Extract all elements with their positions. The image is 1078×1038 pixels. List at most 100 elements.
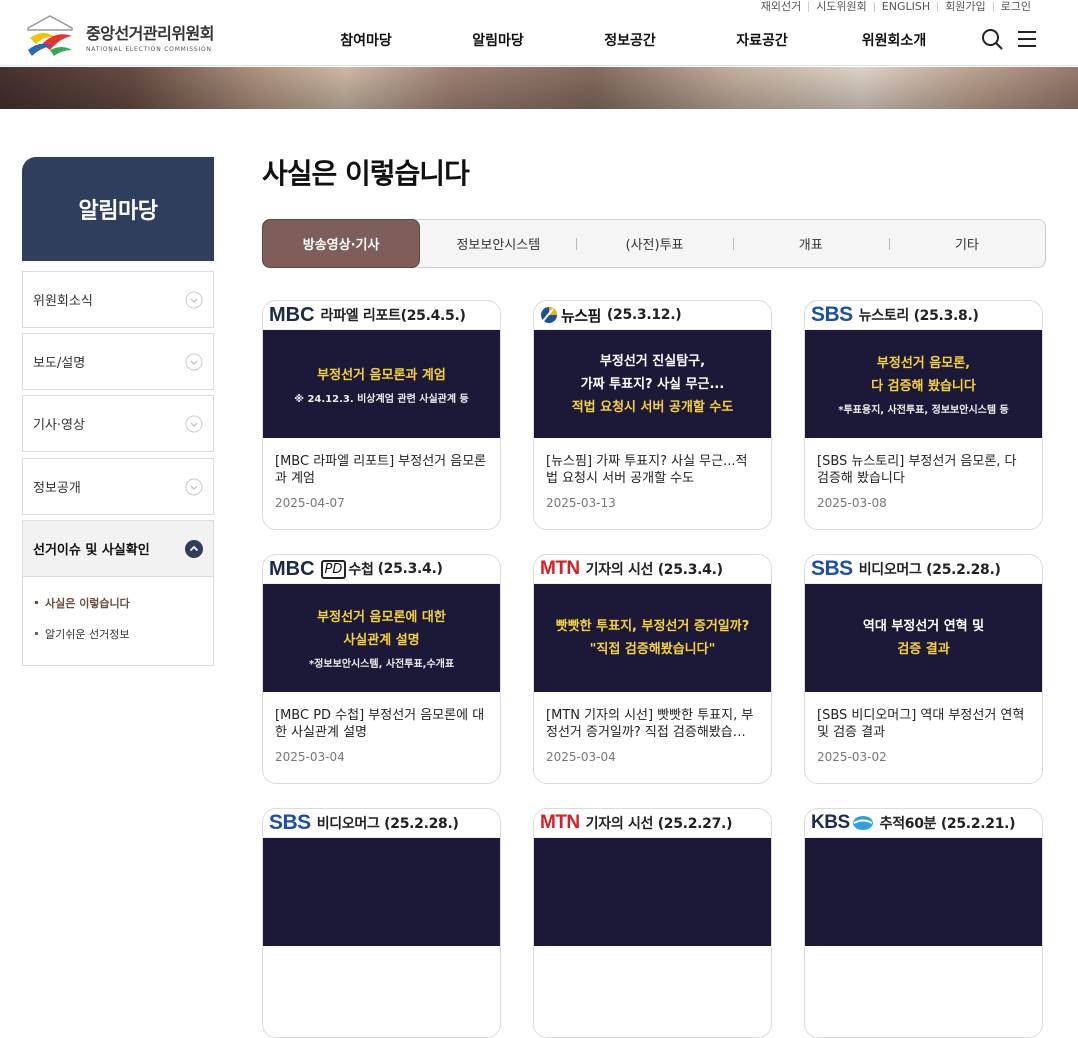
video-card[interactable]: KBS 추적60분 (25.2.21.) bbox=[804, 808, 1043, 1038]
video-card[interactable]: MBC PD 수첩 (25.3.4.) 부정선거 음모론에 대한 사실관계 설명… bbox=[262, 554, 501, 784]
card-title: [MBC 라파엘 리포트] 부정선거 음모론과 계엄 bbox=[275, 454, 487, 486]
bullet-icon bbox=[35, 632, 38, 635]
card-brand-bar: SBS 비디오머그 (25.2.28.) bbox=[805, 555, 1042, 584]
card-program: 뉴스토리 (25.3.8.) bbox=[858, 308, 979, 324]
brand-label: KBS bbox=[811, 812, 850, 833]
logo-title: 중앙선거관리위원회 bbox=[86, 23, 214, 43]
card-thumbnail: 부정선거 음모론에 대한 사실관계 설명 *정보보안시스템, 사전투표,수개표 bbox=[263, 584, 500, 692]
card-brand-bar: SBS 뉴스토리 (25.3.8.) bbox=[805, 301, 1042, 330]
card-date: 2025-03-02 bbox=[817, 750, 887, 764]
sbs-logo: SBS bbox=[269, 811, 311, 834]
sidebar-item-label: 선거이슈 및 사실확인 bbox=[33, 543, 150, 558]
card-brand-bar: MTN 기자의 시선 (25.3.4.) bbox=[534, 555, 771, 584]
card-date: 2025-03-04 bbox=[275, 750, 345, 764]
utility-login-link[interactable]: 로그인 bbox=[994, 1, 1038, 13]
pd-logo: PD bbox=[320, 559, 347, 579]
tab-counting[interactable]: 개표 bbox=[732, 220, 889, 267]
chevron-up-icon bbox=[185, 539, 203, 558]
sidebar-item-election-issues[interactable]: 선거이슈 및 사실확인 bbox=[22, 520, 214, 577]
card-thumbnail: 부정선거 진실탐구, 가짜 투표지? 사실 무근... 적법 요청시 서버 공개… bbox=[534, 330, 771, 438]
site-logo[interactable]: 중앙선거관리위원회 NATIONAL ELECTION COMMISSION bbox=[22, 14, 214, 58]
kbs-logo-icon bbox=[852, 816, 873, 830]
sidebar-item-label: 정보공개 bbox=[33, 481, 81, 496]
video-card[interactable]: 뉴스핌 (25.3.12.) 부정선거 진실탐구, 가짜 투표지? 사실 무근.… bbox=[533, 300, 772, 530]
card-date: 2025-04-07 bbox=[275, 496, 345, 510]
card-program: (25.3.4.) bbox=[377, 561, 443, 577]
chevron-down-icon bbox=[185, 353, 203, 370]
card-brand-bar: 뉴스핌 (25.3.12.) bbox=[534, 301, 771, 330]
mtn-logo: MTN bbox=[540, 558, 580, 579]
video-card[interactable]: SBS 비디오머그 (25.2.28.) 역대 부정선거 연혁 및 검증 결과 … bbox=[804, 554, 1043, 784]
sidebar-item-label: 위원회소식 bbox=[33, 294, 93, 309]
card-program: 비디오머그 (25.2.28.) bbox=[316, 816, 459, 832]
utility-overseas-link[interactable]: 재외선거 bbox=[754, 1, 808, 13]
kbs-logo: KBS bbox=[811, 812, 874, 834]
sidebar-item-label: 보도/설명 bbox=[33, 356, 86, 371]
card-brand-bar: MTN 기자의 시선 (25.2.27.) bbox=[534, 809, 771, 838]
sbs-logo: SBS bbox=[811, 557, 853, 580]
submenu-fact-check[interactable]: 사실은 이렇습니다 bbox=[23, 595, 213, 626]
newspim-logo-icon bbox=[541, 307, 557, 323]
chevron-down-icon bbox=[185, 291, 203, 308]
category-tabs: 방송영상·기사 정보보안시스템 (사전)투표 개표 기타 bbox=[262, 218, 1046, 268]
thumb-line: 역대 부정선거 연혁 및 bbox=[862, 619, 985, 634]
chevron-down-icon bbox=[185, 478, 203, 495]
card-title: [뉴스핌] 가짜 투표지? 사실 무근...적법 요청시 서버 공개할 수도 bbox=[546, 454, 748, 486]
video-card[interactable]: MTN 기자의 시선 (25.3.4.) 빳빳한 투표지, 부정선거 증거일까?… bbox=[533, 554, 772, 784]
nec-logo-icon bbox=[27, 15, 73, 56]
thumb-line: 사실관계 설명 bbox=[343, 633, 420, 648]
nav-participation[interactable]: 참여마당 bbox=[300, 30, 432, 50]
card-program: 기자의 시선 (25.3.4.) bbox=[585, 562, 723, 578]
thumb-line: 가짜 투표지? 사실 무근... bbox=[580, 376, 725, 392]
search-icon[interactable] bbox=[981, 28, 1003, 50]
thumb-note: ※ 24.12.3. 비상계엄 관련 사실관계 등 bbox=[294, 393, 469, 405]
utility-regional-link[interactable]: 시도위원회 bbox=[809, 1, 874, 13]
sidebar-title: 알림마당 bbox=[22, 157, 214, 261]
sidebar-item-disclosure[interactable]: 정보공개 bbox=[22, 458, 214, 515]
bullet-icon bbox=[35, 601, 38, 604]
card-program: 비디오머그 (25.2.28.) bbox=[858, 562, 1001, 578]
card-program-prefix: 수첩 bbox=[348, 562, 374, 578]
card-brand-bar: MBC 라파엘 리포트(25.4.5.) bbox=[263, 301, 500, 330]
hero-banner bbox=[0, 67, 1078, 109]
card-date: 2025-03-08 bbox=[817, 496, 887, 510]
card-title: [MBC PD 수첩] 부정선거 음모론에 대한 사실관계 설명 bbox=[275, 708, 485, 740]
sidebar-item-press[interactable]: 보도/설명 bbox=[22, 333, 214, 390]
sidebar-item-label: 기사·영상 bbox=[33, 418, 85, 433]
tab-broadcast-articles[interactable]: 방송영상·기사 bbox=[262, 218, 421, 268]
sidebar-item-commission-news[interactable]: 위원회소식 bbox=[22, 271, 214, 328]
card-date: 2025-03-04 bbox=[546, 750, 616, 764]
card-program: 라파엘 리포트(25.4.5.) bbox=[320, 308, 466, 324]
tab-early-voting[interactable]: (사전)투표 bbox=[576, 220, 732, 267]
video-card[interactable]: SBS 뉴스토리 (25.3.8.) 부정선거 음모론, 다 검증해 봤습니다 … bbox=[804, 300, 1043, 530]
main-nav: 참여마당 알림마당 정보공간 자료공간 위원회소개 bbox=[300, 30, 960, 50]
thumb-note: *투표용지, 사전투표, 정보보안시스템 등 bbox=[838, 405, 1009, 416]
sbs-logo: SBS bbox=[811, 303, 853, 326]
utility-signup-link[interactable]: 회원가입 bbox=[938, 1, 992, 13]
hamburger-menu-icon[interactable] bbox=[1016, 29, 1038, 49]
video-card[interactable]: MTN 기자의 시선 (25.2.27.) bbox=[533, 808, 772, 1038]
card-title: [SBS 뉴스토리] 부정선거 음모론, 다 검증해 봤습니다 bbox=[817, 454, 1017, 486]
card-program: 기자의 시선 (25.2.27.) bbox=[585, 816, 733, 832]
utility-english-link[interactable]: ENGLISH bbox=[875, 1, 937, 13]
tab-security-system[interactable]: 정보보안시스템 bbox=[420, 220, 576, 267]
card-thumbnail: 역대 부정선거 연혁 및 검증 결과 bbox=[805, 584, 1042, 692]
card-thumbnail: 부정선거 음모론, 다 검증해 봤습니다 *투표용지, 사전투표, 정보보안시스… bbox=[805, 330, 1042, 438]
submenu-label: 알기쉬운 선거정보 bbox=[45, 628, 130, 641]
card-brand-bar: SBS 비디오머그 (25.2.28.) bbox=[263, 809, 500, 838]
sidebar-item-articles-video[interactable]: 기사·영상 bbox=[22, 395, 214, 452]
nav-information[interactable]: 정보공간 bbox=[564, 30, 696, 50]
thumb-line: 적법 요청시 서버 공개할 수도 bbox=[571, 399, 734, 415]
thumb-line: 빳빳한 투표지, 부정선거 증거일까? bbox=[555, 619, 750, 634]
nav-resources[interactable]: 자료공간 bbox=[696, 30, 828, 50]
nav-about[interactable]: 위원회소개 bbox=[828, 30, 960, 50]
newspim-logo: 뉴스핌 bbox=[540, 305, 601, 326]
tab-other[interactable]: 기타 bbox=[888, 220, 1045, 267]
nav-notice[interactable]: 알림마당 bbox=[432, 30, 564, 50]
video-card[interactable]: SBS 비디오머그 (25.2.28.) bbox=[262, 808, 501, 1038]
mbc-logo: MBC bbox=[269, 557, 315, 580]
logo-subtitle: NATIONAL ELECTION COMMISSION bbox=[86, 45, 212, 53]
video-card[interactable]: MBC 라파엘 리포트(25.4.5.) 부정선거 음모론과 계엄 ※ 24.1… bbox=[262, 300, 501, 530]
card-thumbnail bbox=[534, 838, 771, 946]
submenu-easy-election-info[interactable]: 알기쉬운 선거정보 bbox=[23, 626, 213, 657]
